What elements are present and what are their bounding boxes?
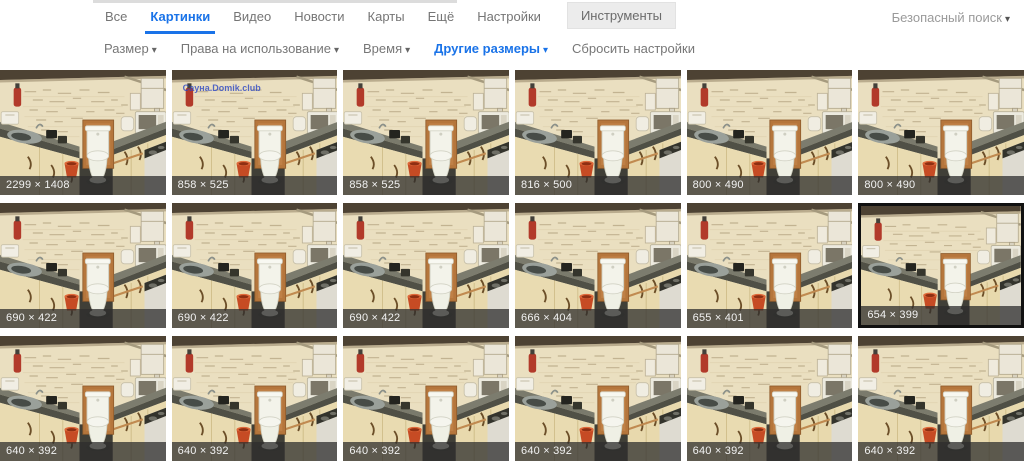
- search-box-bottom-edge: [93, 0, 457, 3]
- image-size-label: 690 × 422: [172, 309, 338, 328]
- image-watermark: Сауна.Domik.club: [183, 83, 261, 93]
- image-result[interactable]: 2299 × 1408: [0, 70, 166, 195]
- filter-reset[interactable]: Сбросить настройки: [572, 41, 695, 56]
- filter-other-sizes[interactable]: Другие размеры▾: [434, 41, 548, 56]
- image-size-label: 666 × 404: [515, 309, 681, 328]
- image-result[interactable]: 640 × 392: [343, 336, 509, 461]
- image-result[interactable]: Сауна.Domik.club 858 × 525: [172, 70, 338, 195]
- image-result[interactable]: 690 × 422: [343, 203, 509, 328]
- filter-label: Размер: [104, 41, 149, 56]
- image-result[interactable]: 655 × 401: [687, 203, 853, 328]
- image-result[interactable]: 690 × 422: [172, 203, 338, 328]
- tab-all[interactable]: Все: [100, 9, 132, 34]
- image-size-label: 800 × 490: [687, 176, 853, 195]
- safe-search-menu[interactable]: Безопасный поиск▾: [892, 10, 1010, 25]
- image-size-label: 640 × 392: [343, 442, 509, 461]
- filter-label: Другие размеры: [434, 41, 540, 56]
- image-size-label: 690 × 422: [343, 309, 509, 328]
- image-size-label: 858 × 525: [343, 176, 509, 195]
- tab-list: Все Картинки Видео Новости Карты Ещё Настройки: [100, 9, 559, 34]
- safe-search-label: Безопасный поиск: [892, 10, 1002, 25]
- tab-video[interactable]: Видео: [228, 9, 276, 34]
- filter-label: Время: [363, 41, 402, 56]
- tab-more[interactable]: Ещё: [423, 9, 460, 34]
- image-size-label: 640 × 392: [858, 442, 1024, 461]
- tab-settings[interactable]: Настройки: [472, 9, 546, 34]
- image-size-label: 690 × 422: [0, 309, 166, 328]
- image-result[interactable]: 640 × 392: [858, 336, 1024, 461]
- tab-maps[interactable]: Карты: [363, 9, 410, 34]
- search-filter-bar: Размер▾Права на использование▾Время▾Друг…: [0, 34, 1024, 62]
- image-result[interactable]: 640 × 392: [687, 336, 853, 461]
- caret-down-icon: ▾: [152, 45, 157, 56]
- image-result[interactable]: 640 × 392: [515, 336, 681, 461]
- image-result[interactable]: 654 × 399: [858, 203, 1024, 328]
- image-size-label: 800 × 490: [858, 176, 1024, 195]
- filter-label: Права на использование: [181, 41, 331, 56]
- results-tab-bar: Все Картинки Видео Новости Карты Ещё Настройки…: [0, 0, 1024, 34]
- filter-usage-rights[interactable]: Права на использование▾: [181, 41, 339, 56]
- caret-down-icon: ▾: [543, 45, 548, 56]
- image-result[interactable]: 690 × 422: [0, 203, 166, 328]
- image-result[interactable]: 640 × 392: [0, 336, 166, 461]
- tools-button[interactable]: Инструменты: [567, 2, 676, 29]
- image-size-label: 640 × 392: [515, 442, 681, 461]
- filter-size[interactable]: Размер▾: [104, 41, 157, 56]
- image-result[interactable]: 640 × 392: [172, 336, 338, 461]
- image-result[interactable]: 800 × 490: [687, 70, 853, 195]
- image-size-label: 640 × 392: [172, 442, 338, 461]
- image-result[interactable]: 816 × 500: [515, 70, 681, 195]
- image-size-label: 2299 × 1408: [0, 176, 166, 195]
- caret-down-icon: ▾: [1005, 14, 1010, 25]
- image-result[interactable]: 800 × 490: [858, 70, 1024, 195]
- image-result[interactable]: 858 × 525: [343, 70, 509, 195]
- filter-time[interactable]: Время▾: [363, 41, 410, 56]
- image-size-label: 858 × 525: [172, 176, 338, 195]
- image-size-label: 640 × 392: [0, 442, 166, 461]
- tab-images[interactable]: Картинки: [145, 9, 215, 34]
- filter-label: Сбросить настройки: [572, 41, 695, 56]
- caret-down-icon: ▾: [405, 45, 410, 56]
- image-size-label: 640 × 392: [687, 442, 853, 461]
- tab-news[interactable]: Новости: [289, 9, 349, 34]
- image-size-label: 816 × 500: [515, 176, 681, 195]
- image-size-label: 655 × 401: [687, 309, 853, 328]
- image-results-grid: 2299 × 1408 Сауна.Domik.club 858 × 525 8…: [0, 70, 1024, 461]
- image-result[interactable]: 666 × 404: [515, 203, 681, 328]
- caret-down-icon: ▾: [334, 45, 339, 56]
- image-size-label: 654 × 399: [861, 306, 1021, 325]
